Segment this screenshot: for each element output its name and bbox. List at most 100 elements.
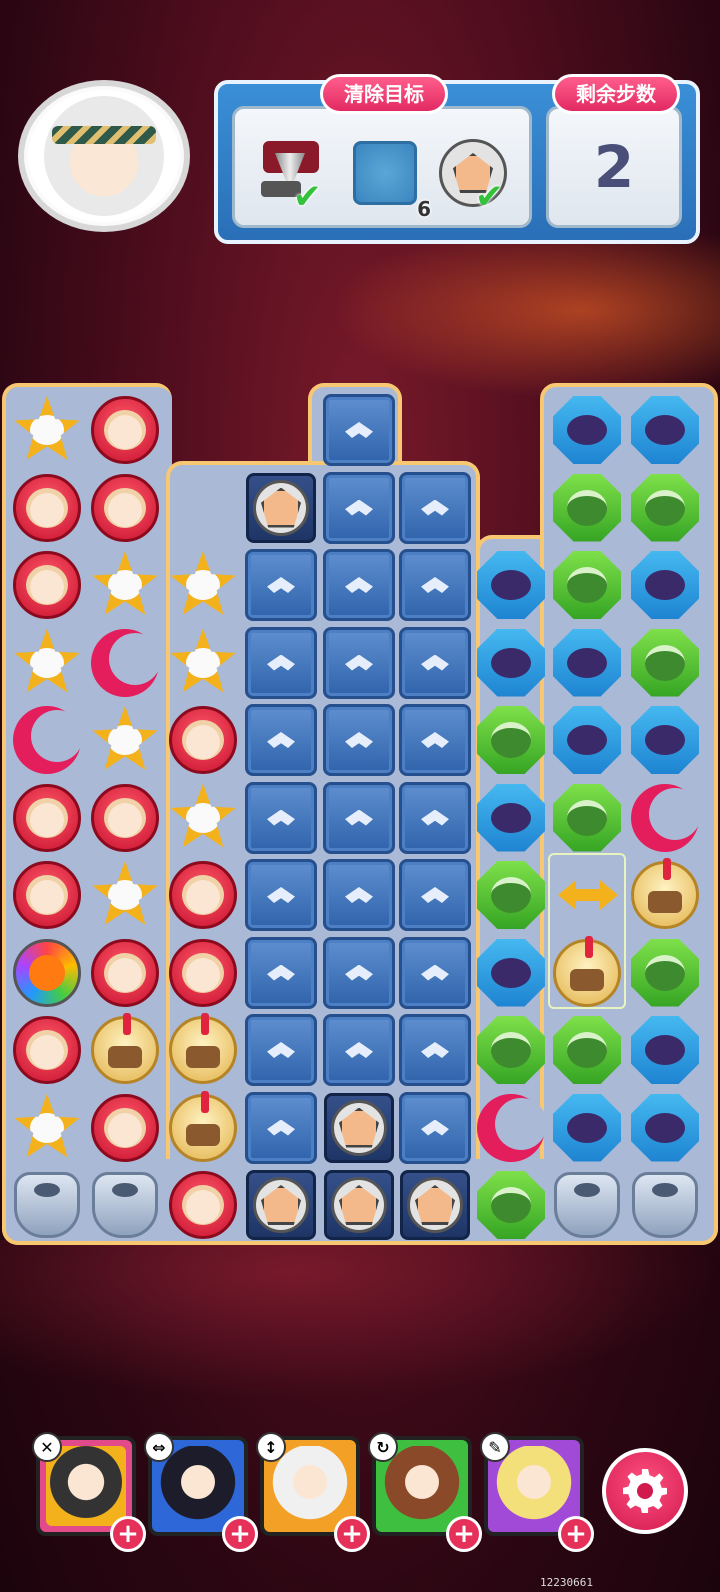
board-cell[interactable] (164, 934, 242, 1012)
board-cell[interactable] (548, 1166, 626, 1244)
board-cell[interactable] (164, 701, 242, 779)
board-cell[interactable] (242, 469, 320, 547)
board-cell[interactable] (242, 1166, 320, 1244)
board-cell[interactable] (396, 1089, 474, 1167)
board-cell[interactable] (86, 934, 164, 1012)
board-cell[interactable] (548, 779, 626, 857)
board-cell[interactable] (396, 856, 474, 934)
board-cell[interactable] (548, 1011, 626, 1089)
board-cell[interactable] (86, 624, 164, 702)
board-cell[interactable] (242, 779, 320, 857)
board-cell[interactable] (8, 779, 86, 857)
board-cell[interactable] (320, 1166, 398, 1244)
board-cell[interactable] (548, 624, 626, 702)
board-cell[interactable] (472, 701, 550, 779)
board-cell[interactable] (86, 1011, 164, 1089)
board-cell[interactable] (626, 701, 704, 779)
board-cell[interactable] (626, 469, 704, 547)
board-cell[interactable] (472, 934, 550, 1012)
board-cell[interactable] (548, 701, 626, 779)
board-cell[interactable] (8, 1011, 86, 1089)
board-cell[interactable] (86, 701, 164, 779)
board-cell[interactable] (242, 934, 320, 1012)
board-cell[interactable] (320, 1089, 398, 1167)
add-energy-button[interactable]: + (334, 1516, 370, 1552)
board-cell[interactable] (320, 934, 398, 1012)
board-cell[interactable] (396, 624, 474, 702)
board-cell[interactable] (396, 701, 474, 779)
board-cell[interactable] (86, 779, 164, 857)
board-cell[interactable] (472, 779, 550, 857)
board-cell[interactable] (8, 934, 86, 1012)
board-cell[interactable] (396, 779, 474, 857)
board-cell[interactable] (472, 546, 550, 624)
board-cell[interactable] (320, 546, 398, 624)
board-cell[interactable] (8, 701, 86, 779)
board-cell[interactable] (320, 1011, 398, 1089)
board-cell[interactable] (548, 546, 626, 624)
board-cell[interactable] (472, 856, 550, 934)
board-cell[interactable] (164, 856, 242, 934)
board-cell[interactable] (320, 391, 398, 469)
board-cell[interactable] (626, 1166, 704, 1244)
board-cell[interactable] (86, 1089, 164, 1167)
board-cell[interactable] (626, 546, 704, 624)
board-cell[interactable] (242, 701, 320, 779)
hero-star-hat-card[interactable]: ✕ + (32, 1432, 146, 1552)
board-cell[interactable] (396, 469, 474, 547)
board-cell[interactable] (242, 624, 320, 702)
board-cell[interactable] (86, 546, 164, 624)
board-cell[interactable] (242, 546, 320, 624)
board-cell[interactable] (8, 624, 86, 702)
hero-white-hair-card[interactable]: ↕ + (256, 1432, 370, 1552)
board-cell[interactable] (626, 779, 704, 857)
board-cell[interactable] (8, 1166, 86, 1244)
board-cell[interactable] (8, 546, 86, 624)
board-cell[interactable] (320, 779, 398, 857)
board-cell[interactable] (548, 469, 626, 547)
board-cell[interactable] (320, 469, 398, 547)
board-cell[interactable] (242, 856, 320, 934)
hero-brown-hair-card[interactable]: ↻ + (368, 1432, 482, 1552)
board-cell[interactable] (472, 1166, 550, 1244)
board-cell[interactable] (8, 1089, 86, 1167)
board-cell[interactable] (86, 856, 164, 934)
board-cell[interactable] (8, 856, 86, 934)
board-cell[interactable] (472, 624, 550, 702)
board-cell[interactable] (86, 469, 164, 547)
board-cell[interactable] (164, 624, 242, 702)
board-cell[interactable] (396, 1011, 474, 1089)
board-cell[interactable] (320, 701, 398, 779)
hero-blonde-card[interactable]: ✎ + (480, 1432, 594, 1552)
board-cell[interactable] (548, 856, 626, 934)
board-cell[interactable] (396, 546, 474, 624)
board-cell[interactable] (164, 779, 242, 857)
board-cell[interactable] (626, 624, 704, 702)
board-cell[interactable] (396, 1166, 474, 1244)
board-cell[interactable] (548, 1089, 626, 1167)
board-cell[interactable] (164, 1089, 242, 1167)
board-cell[interactable] (626, 1011, 704, 1089)
board-cell[interactable] (86, 1166, 164, 1244)
board-cell[interactable] (86, 391, 164, 469)
board-cell[interactable] (164, 1166, 242, 1244)
add-energy-button[interactable]: + (446, 1516, 482, 1552)
board-cell[interactable] (320, 856, 398, 934)
board-cell[interactable] (548, 391, 626, 469)
board-cell[interactable] (164, 1011, 242, 1089)
add-energy-button[interactable]: + (222, 1516, 258, 1552)
board-cell[interactable] (396, 934, 474, 1012)
board-cell[interactable] (242, 1011, 320, 1089)
board-cell[interactable] (548, 934, 626, 1012)
board-cell[interactable] (626, 1089, 704, 1167)
board-cell[interactable] (164, 546, 242, 624)
board-cell[interactable] (626, 391, 704, 469)
board-cell[interactable] (472, 1011, 550, 1089)
board-cell[interactable] (626, 856, 704, 934)
board-cell[interactable] (8, 391, 86, 469)
board-cell[interactable] (320, 624, 398, 702)
settings-button[interactable] (602, 1448, 688, 1534)
board-cell[interactable] (8, 469, 86, 547)
add-energy-button[interactable]: + (110, 1516, 146, 1552)
board-cell[interactable] (472, 1089, 550, 1167)
